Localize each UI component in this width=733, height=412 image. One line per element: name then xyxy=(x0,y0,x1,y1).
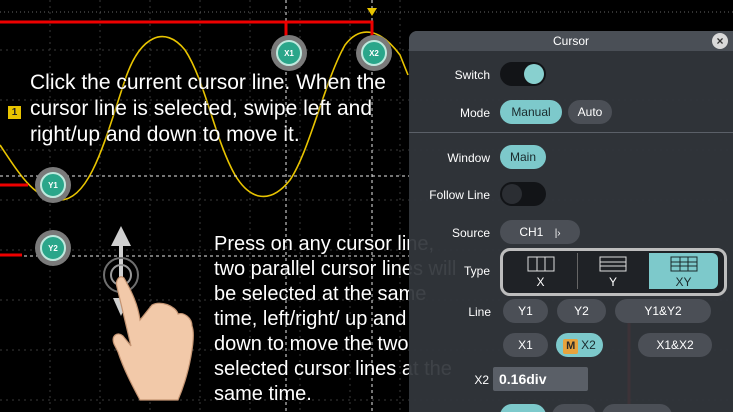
type-y-label: Y xyxy=(608,275,617,289)
select-cursor-caption: Click the current cursor line. When the … xyxy=(30,71,386,146)
type-y-button[interactable]: Y xyxy=(577,253,648,289)
type-x-label: X xyxy=(536,275,545,289)
window-main-button[interactable]: Main xyxy=(500,145,546,169)
bottom-button-2[interactable] xyxy=(552,404,596,412)
x2-label: X2 xyxy=(474,373,489,387)
line-y1y2-button[interactable]: Y1&Y2 xyxy=(615,299,711,323)
type-xy-label: XY xyxy=(675,275,692,289)
moving-badge: M xyxy=(563,339,579,354)
cursor-panel: Cursor × Switch Mode Manual Auto Window … xyxy=(409,31,733,412)
cursor-y2-marker[interactable]: Y2 xyxy=(40,235,66,261)
line-x2-label: X2 xyxy=(581,338,596,352)
bottom-button-3[interactable] xyxy=(602,404,672,412)
type-label: Type xyxy=(463,264,490,278)
mode-label: Mode xyxy=(459,106,490,120)
line-y1-button[interactable]: Y1 xyxy=(503,299,548,323)
x-cursor-icon xyxy=(527,256,554,272)
channel-1-flag: 1 xyxy=(8,106,21,119)
switch-label: Switch xyxy=(454,68,490,82)
cursor-x2-marker[interactable]: X2 xyxy=(361,40,387,66)
drag-gesture-icon xyxy=(103,226,194,401)
line-x1-button[interactable]: X1 xyxy=(503,333,548,357)
panel-header: Cursor × xyxy=(409,31,733,51)
follow-line-knob xyxy=(502,184,522,204)
line-x2-button[interactable]: M X2 xyxy=(556,333,603,357)
annotation-line-x xyxy=(0,20,374,40)
follow-line-toggle[interactable] xyxy=(500,182,546,206)
source-label: Source xyxy=(451,226,490,240)
close-button[interactable]: × xyxy=(712,33,728,49)
cursor-x1-marker[interactable]: X1 xyxy=(276,40,302,66)
source-value: CH1 xyxy=(519,225,544,239)
line-x1x2-button[interactable]: X1&X2 xyxy=(638,333,712,357)
type-x-button[interactable]: X xyxy=(507,253,574,289)
panel-title: Cursor xyxy=(552,34,589,48)
line-label: Line xyxy=(468,305,491,319)
bottom-button-1[interactable] xyxy=(500,404,546,412)
xy-cursor-icon xyxy=(670,256,697,272)
source-select[interactable]: CH1 |› xyxy=(500,220,580,244)
source-arrow-icon: |› xyxy=(554,228,561,239)
line-y2-button[interactable]: Y2 xyxy=(557,299,606,323)
switch-knob xyxy=(524,64,544,84)
divider xyxy=(409,132,733,133)
oscilloscope-screenshot: 1 X1 X2 Y1 Y2 Click the current cursor l… xyxy=(0,0,733,412)
mode-manual-button[interactable]: Manual xyxy=(500,100,562,124)
follow-line-label: Follow Line xyxy=(429,188,490,202)
cursor-y1-marker[interactable]: Y1 xyxy=(40,172,66,198)
switch-toggle[interactable] xyxy=(500,62,546,86)
y-cursor-icon xyxy=(599,256,627,272)
type-xy-button[interactable]: XY xyxy=(649,253,718,289)
x2-value-field[interactable]: 0.16div xyxy=(493,367,588,391)
mode-auto-button[interactable]: Auto xyxy=(568,100,612,124)
window-label: Window xyxy=(447,151,490,165)
type-selector: X Y XY xyxy=(500,248,727,296)
